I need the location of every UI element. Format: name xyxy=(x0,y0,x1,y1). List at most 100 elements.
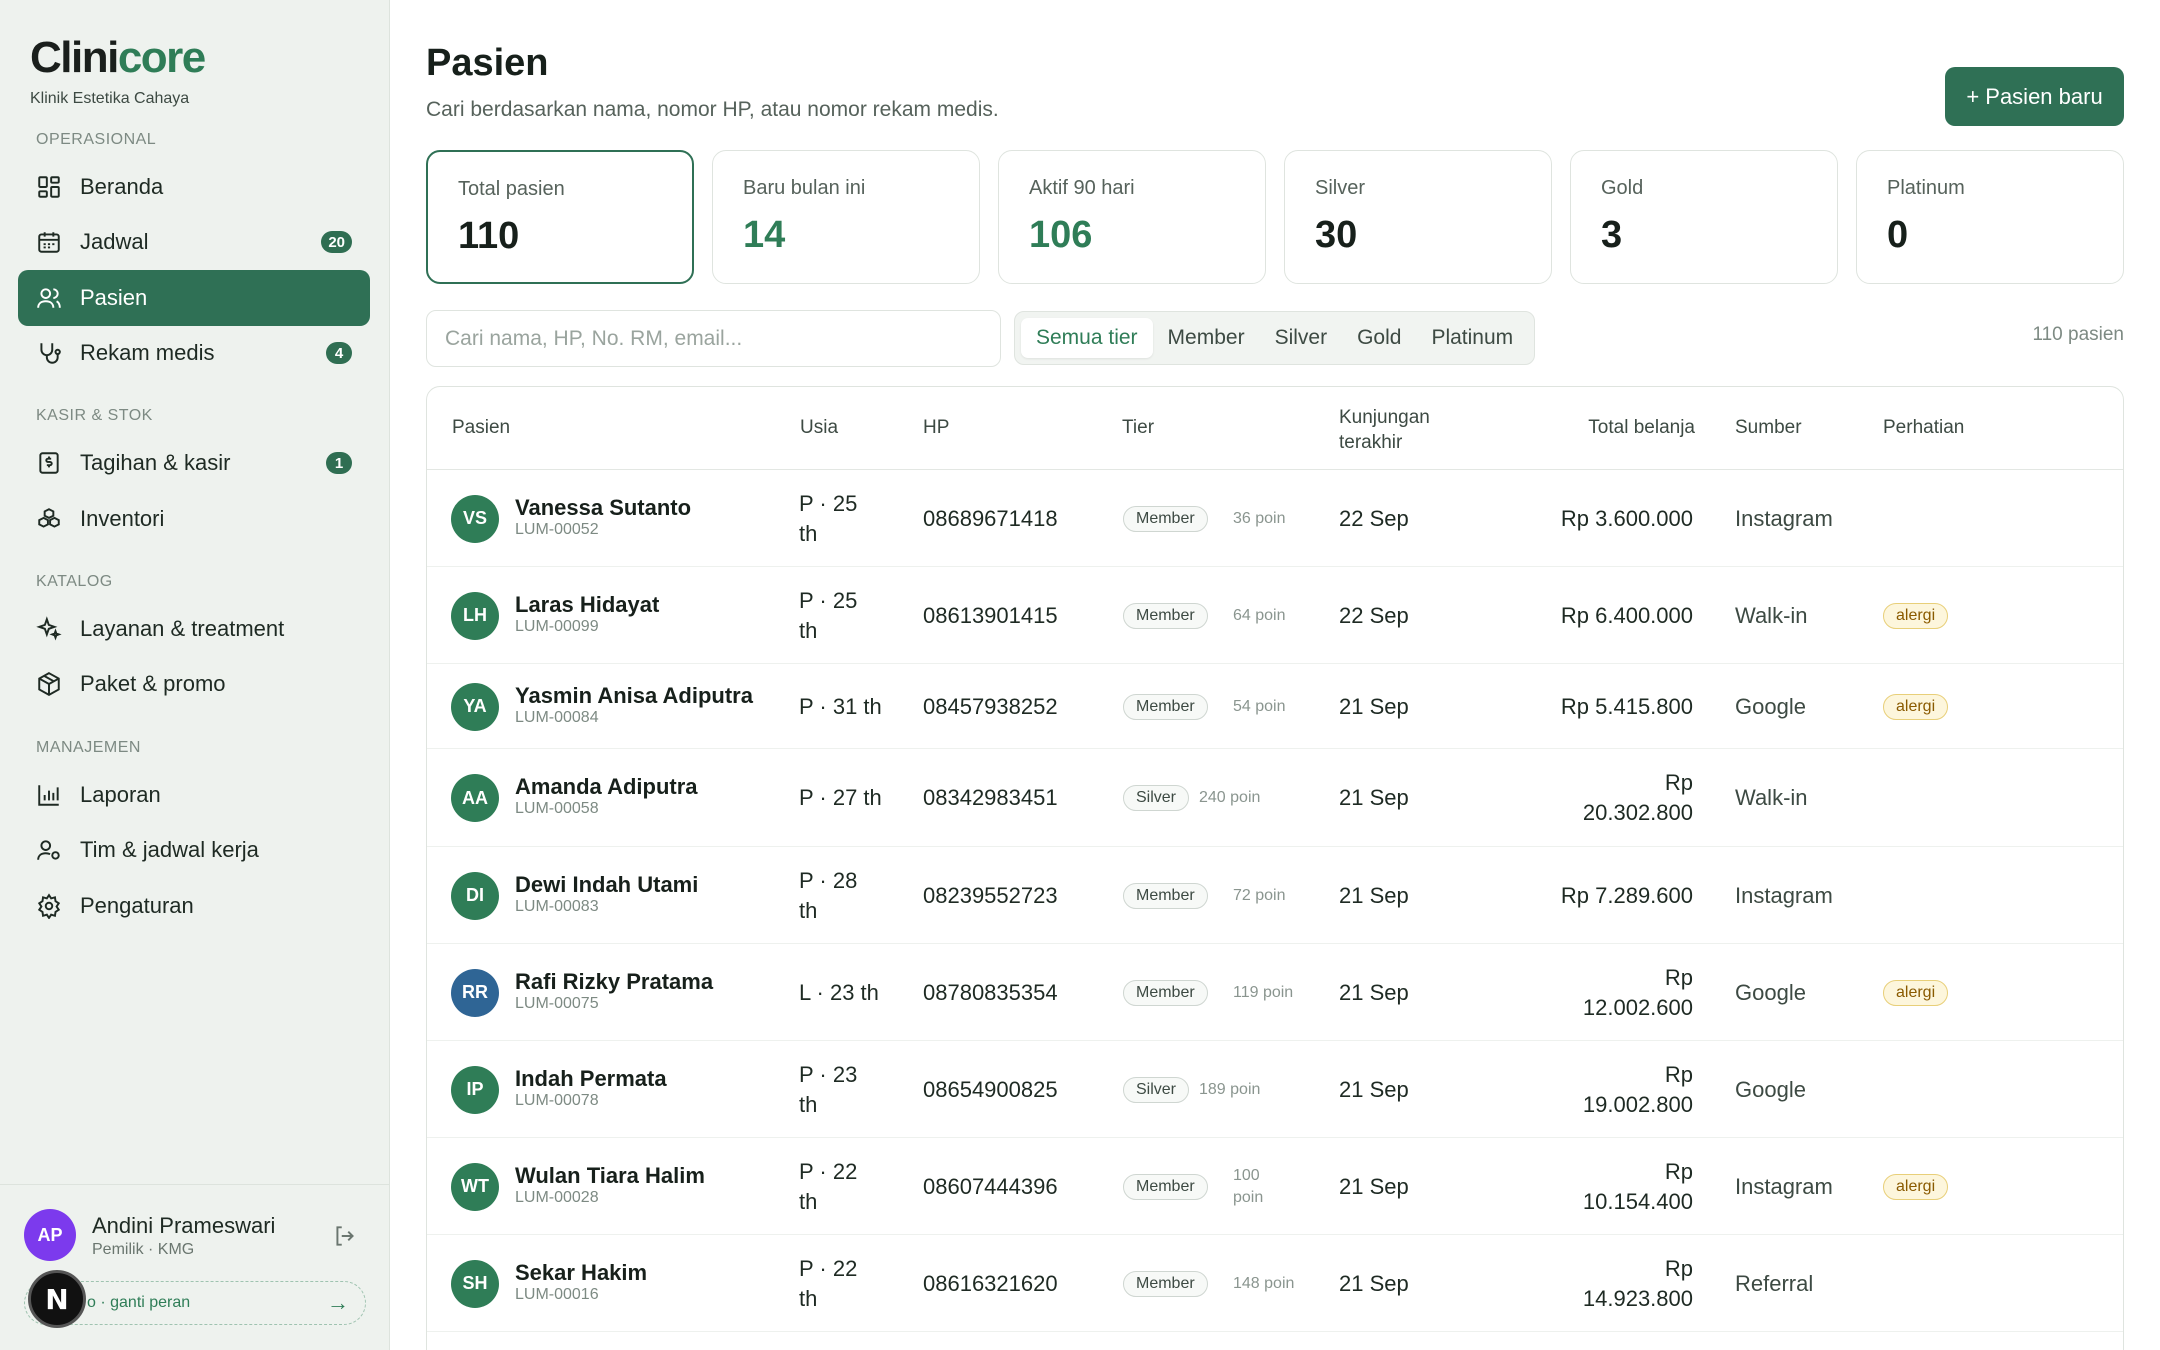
boxes-icon xyxy=(36,506,62,532)
tier-filter-semua[interactable]: Semua tier xyxy=(1021,318,1153,358)
stat-value: 106 xyxy=(1029,214,1093,256)
column-header-hp[interactable]: HP xyxy=(923,417,949,439)
table-row[interactable]: VS Vanessa Sutanto LUM-00052 P · 25 th 0… xyxy=(427,470,2123,567)
total-spending: Rp 6.400.000 xyxy=(1560,602,1693,628)
patient-source: Walk-in xyxy=(1735,602,1808,628)
tier-filter-member[interactable]: Member xyxy=(1153,318,1260,358)
stat-card-baru-bulan-ini[interactable]: Baru bulan ini 14 xyxy=(712,150,980,284)
patient-name[interactable]: Sekar Hakim xyxy=(515,1260,647,1286)
sidebar-item-paket-promo[interactable]: Paket & promo xyxy=(18,656,370,712)
total-spending: Rp 19.002.800 xyxy=(1582,1061,1693,1117)
patient-name[interactable]: Laras Hidayat xyxy=(515,592,659,618)
tier-filter-platinum[interactable]: Platinum xyxy=(1416,318,1528,358)
column-header-line: Kunjungan xyxy=(1339,407,1430,428)
allergy-flag: alergi xyxy=(1883,1173,1949,1200)
user-role: Pemilik · KMG xyxy=(92,1241,195,1258)
user-avatar[interactable]: AP xyxy=(24,1209,76,1261)
new-patient-button[interactable]: + Pasien baru xyxy=(1945,67,2124,126)
avatar: DI xyxy=(451,871,499,920)
patient-phone: 08457938252 xyxy=(923,693,1058,719)
stat-card-platinum[interactable]: Platinum 0 xyxy=(1856,150,2124,284)
stat-label: Gold xyxy=(1601,177,1644,199)
sidebar-item-inventori[interactable]: Inventori xyxy=(18,491,370,547)
table-row[interactable]: AA Amanda Adiputra LUM-00058 P · 27 th 0… xyxy=(427,749,2123,847)
sidebar-item-tim-jadwal-kerja[interactable]: Tim & jadwal kerja xyxy=(18,822,370,878)
table-row[interactable]: DI Dewi Indah Utami LUM-00083 P · 28 th … xyxy=(427,847,2123,944)
users-icon xyxy=(36,285,62,311)
n-badge-icon[interactable]: N xyxy=(28,1270,86,1328)
loyalty-points: 64 poin xyxy=(1233,606,1286,624)
sidebar-item-jadwal[interactable]: Jadwal 20 xyxy=(18,214,370,270)
sidebar-item-rekam-medis[interactable]: Rekam medis 4 xyxy=(18,325,370,381)
column-header-tier[interactable]: Tier xyxy=(1122,417,1154,439)
tier-badge: Member xyxy=(1123,979,1208,1006)
gear-icon xyxy=(36,893,62,919)
table-row[interactable]: IP Indah Permata LUM-00078 P · 23 th 086… xyxy=(427,1041,2123,1138)
patient-age: P · 22 th xyxy=(799,1255,858,1311)
tier-filter-gold[interactable]: Gold xyxy=(1342,318,1416,358)
column-header-usia[interactable]: Usia xyxy=(800,417,838,439)
stat-card-gold[interactable]: Gold 3 xyxy=(1570,150,1838,284)
brand[interactable]: Clinicore Klinik Estetika Cahaya xyxy=(30,36,206,108)
tier-badge: Member xyxy=(1123,602,1208,629)
sidebar-item-laporan[interactable]: Laporan xyxy=(18,767,370,823)
patient-name[interactable]: Indah Permata xyxy=(515,1066,667,1092)
tier-filter-silver[interactable]: Silver xyxy=(1260,318,1343,358)
search-input[interactable]: Cari nama, HP, No. RM, email... xyxy=(426,310,1001,367)
patient-age: P · 27 th xyxy=(799,785,882,810)
patient-name[interactable]: Rafi Rizky Pratama xyxy=(515,969,713,995)
table-row[interactable]: SH Sekar Hakim LUM-00016 P · 22 th 08616… xyxy=(427,1235,2123,1332)
sidebar-item-label: Inventori xyxy=(80,506,165,531)
sidebar-item-beranda[interactable]: Beranda xyxy=(18,159,370,215)
column-header-total-belanja[interactable]: Total belanja xyxy=(1588,417,1695,439)
logout-icon[interactable] xyxy=(332,1223,358,1249)
patient-rm-number: LUM-00083 xyxy=(515,897,599,915)
patient-source: Google xyxy=(1735,979,1806,1005)
sidebar-item-label: Laporan xyxy=(80,782,161,807)
patient-phone: 08239552723 xyxy=(923,882,1058,908)
patient-source: Google xyxy=(1735,1076,1806,1102)
table-row[interactable]: LH Laras Hidayat LUM-00099 P · 25 th 086… xyxy=(427,567,2123,664)
sidebar-item-pasien[interactable]: Pasien xyxy=(18,270,370,326)
patient-age: P · 23 th xyxy=(799,1061,858,1117)
column-header-pasien[interactable]: Pasien xyxy=(452,417,510,439)
arrow-right-icon: → xyxy=(327,1290,349,1315)
grid-icon xyxy=(36,174,62,200)
sidebar-item-layanan-treatment[interactable]: Layanan & treatment xyxy=(18,601,370,657)
patient-name[interactable]: Wulan Tiara Halim xyxy=(515,1163,705,1189)
patient-name[interactable]: Yasmin Anisa Adiputra xyxy=(515,683,753,709)
patient-name[interactable]: Amanda Adiputra xyxy=(515,774,698,800)
sidebar-item-label: Pengaturan xyxy=(80,893,194,918)
total-spending: Rp 10.154.400 xyxy=(1582,1158,1693,1214)
column-header-perhatian[interactable]: Perhatian xyxy=(1883,417,1964,439)
rekam-medis-count-badge: 4 xyxy=(326,342,352,364)
stat-value: 0 xyxy=(1887,214,1909,256)
avatar: SH xyxy=(451,1259,499,1308)
allergy-flag: alergi xyxy=(1883,693,1949,720)
avatar: VS xyxy=(451,494,499,543)
patient-rm-number: LUM-00016 xyxy=(515,1285,599,1303)
loyalty-points: 36 poin xyxy=(1233,509,1286,527)
patient-name[interactable]: Dewi Indah Utami xyxy=(515,872,698,898)
column-header-sumber[interactable]: Sumber xyxy=(1735,417,1802,439)
allergy-flag: alergi xyxy=(1883,979,1949,1006)
patient-name[interactable]: Vanessa Sutanto xyxy=(515,495,691,521)
table-row[interactable]: RR Rafi Rizky Pratama LUM-00075 L · 23 t… xyxy=(427,944,2123,1041)
sidebar-item-pengaturan[interactable]: Pengaturan xyxy=(18,878,370,934)
sidebar-item-tagihan-kasir[interactable]: Tagihan & kasir 1 xyxy=(18,435,370,491)
total-spending: Rp 20.302.800 xyxy=(1582,770,1693,825)
sidebar-item-label: Beranda xyxy=(80,174,164,199)
last-visit: 21 Sep xyxy=(1339,693,1409,719)
nav-section-operasional: OPERASIONAL xyxy=(36,131,157,148)
stat-card-silver[interactable]: Silver 30 xyxy=(1284,150,1552,284)
user-name: Andini Prameswari xyxy=(92,1213,276,1238)
table-row[interactable]: YA Yasmin Anisa Adiputra LUM-00084 P · 3… xyxy=(427,664,2123,749)
stat-card-total-pasien[interactable]: Total pasien 110 xyxy=(426,150,694,284)
table-row[interactable]: WT Wulan Tiara Halim LUM-00028 P · 22 th… xyxy=(427,1138,2123,1235)
tier-badge: Member xyxy=(1123,1270,1208,1297)
last-visit: 22 Sep xyxy=(1339,505,1409,531)
last-visit: 21 Sep xyxy=(1339,785,1409,810)
column-header-kunjungan[interactable]: Kunjungan terakhir xyxy=(1339,405,1430,455)
stat-card-aktif-90-hari[interactable]: Aktif 90 hari 106 xyxy=(998,150,1266,284)
sparkle-icon xyxy=(36,616,62,642)
